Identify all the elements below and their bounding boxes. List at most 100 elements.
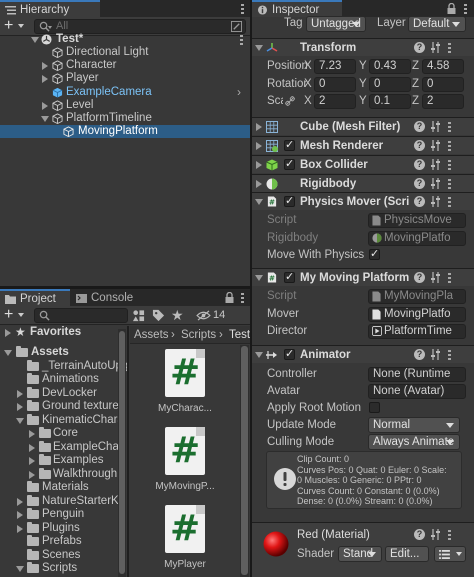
expand-arrow-icon[interactable] — [17, 389, 23, 398]
help-icon[interactable]: ? — [414, 529, 425, 540]
expand-arrow-icon[interactable] — [42, 102, 48, 110]
expand-arrow-icon[interactable] — [255, 352, 263, 358]
horizontal-panel-divider[interactable] — [0, 286, 250, 289]
hierarchy-row-player[interactable]: Player — [0, 72, 250, 85]
folder-row[interactable]: NatureStarterKit — [0, 494, 128, 508]
component-menu-icon[interactable] — [448, 350, 451, 360]
inspector-menu-icon[interactable] — [464, 4, 467, 14]
physics-mover-header[interactable]: # Physics Mover (Script ? — [252, 192, 474, 210]
expand-arrow-icon[interactable] — [255, 275, 263, 281]
component-menu-icon[interactable] — [448, 141, 451, 151]
scale-z-field[interactable]: 2 — [422, 94, 464, 109]
folder-tree-scrollbar[interactable] — [118, 329, 126, 577]
culling-mode-dropdown[interactable]: Always Animate — [368, 434, 460, 450]
breadcrumb-test[interactable]: Test — [229, 326, 250, 343]
rotation-y-field[interactable]: 0 — [369, 77, 411, 92]
expand-arrow-icon[interactable] — [17, 524, 23, 533]
label-tag-icon[interactable] — [152, 309, 165, 322]
shader-edit-button[interactable]: Edit... — [385, 546, 429, 562]
chevron-right-icon[interactable]: › — [237, 85, 241, 99]
hierarchy-row-character[interactable]: Character — [0, 59, 250, 72]
rotation-x-field[interactable]: 0 — [314, 77, 356, 92]
expand-arrow-icon[interactable] — [5, 329, 11, 337]
avatar-object-field[interactable]: None (Avatar) — [368, 384, 466, 399]
filter-icon[interactable] — [231, 21, 242, 32]
presets-sliders-icon[interactable] — [430, 529, 441, 540]
component-menu-icon[interactable] — [448, 273, 451, 283]
expand-arrow-icon[interactable] — [29, 470, 35, 479]
project-split-divider[interactable] — [127, 326, 129, 577]
folder-row[interactable]: Walkthrough — [0, 467, 128, 481]
help-icon[interactable]: ? — [414, 121, 425, 132]
lock-icon[interactable] — [225, 292, 234, 303]
rigidbody-header[interactable]: Rigidbody ? — [252, 174, 474, 192]
help-icon[interactable]: ? — [414, 159, 425, 170]
hierarchy-row-platform-timeline[interactable]: PlatformTimeline — [0, 112, 250, 125]
help-icon[interactable]: ? — [414, 140, 425, 151]
expand-arrow-icon[interactable] — [17, 511, 23, 519]
hierarchy-row-directional-light[interactable]: Directional Light — [0, 46, 250, 59]
director-object-field[interactable]: PlatformTime — [368, 324, 466, 339]
animator-enabled-checkbox[interactable] — [284, 347, 295, 360]
expand-arrow-icon[interactable] — [16, 566, 24, 572]
x-axis-label[interactable]: X — [304, 78, 312, 90]
presets-sliders-icon[interactable] — [430, 178, 441, 189]
mesh-renderer-enabled-checkbox[interactable] — [284, 138, 295, 151]
help-icon[interactable]: ? — [414, 178, 425, 189]
project-add-button[interactable]: + — [4, 306, 30, 324]
vertical-panel-divider[interactable] — [250, 0, 252, 577]
presets-sliders-icon[interactable] — [430, 121, 441, 132]
favorites-row[interactable]: ★ Favorites — [0, 325, 128, 339]
expand-arrow-icon[interactable] — [29, 443, 35, 452]
scene-menu-icon[interactable] — [240, 35, 243, 45]
presets-sliders-icon[interactable] — [430, 140, 441, 151]
folder-row[interactable]: Materials — [0, 481, 128, 494]
tab-console[interactable]: Console — [71, 289, 141, 306]
layer-dropdown[interactable]: Default — [408, 16, 466, 32]
folder-row[interactable]: Animations — [0, 373, 128, 386]
folder-row[interactable]: Examples — [0, 454, 128, 467]
presets-sliders-icon[interactable] — [430, 42, 441, 53]
rotation-z-field[interactable]: 0 — [422, 77, 464, 92]
hierarchy-row-level[interactable]: Level — [0, 99, 250, 112]
mesh-renderer-header[interactable]: Mesh Renderer ? — [252, 136, 474, 154]
expand-arrow-icon[interactable] — [255, 45, 263, 51]
expand-arrow-icon[interactable] — [4, 350, 12, 356]
breadcrumb-assets[interactable]: Assets — [134, 326, 169, 343]
x-axis-label[interactable]: X — [304, 95, 312, 107]
favorite-star-icon[interactable]: ★ — [171, 307, 184, 324]
folder-row[interactable]: Plugins — [0, 521, 128, 535]
tag-dropdown[interactable]: Untagged — [306, 16, 366, 32]
asset-item[interactable]: # MyPlayer — [145, 505, 225, 573]
mover-object-field[interactable]: MovingPlatfo — [368, 307, 466, 322]
presets-sliders-icon[interactable] — [430, 196, 441, 207]
transform-header[interactable]: Transform ? — [252, 38, 474, 56]
y-axis-label[interactable]: Y — [359, 78, 367, 90]
position-z-field[interactable]: 4.58 — [422, 59, 464, 74]
asset-item[interactable]: # MyCharac... — [145, 349, 225, 417]
help-icon[interactable]: ? — [414, 196, 425, 207]
folder-row[interactable]: Core — [0, 427, 128, 440]
physics-mover-enabled-checkbox[interactable] — [284, 194, 295, 207]
move-with-physics-checkbox[interactable] — [369, 247, 380, 260]
component-menu-icon[interactable] — [448, 530, 451, 540]
component-menu-icon[interactable] — [448, 197, 451, 207]
hierarchy-menu-icon[interactable] — [241, 4, 244, 14]
tab-hierarchy[interactable]: Hierarchy — [0, 0, 100, 17]
folder-row[interactable]: ExampleChar — [0, 440, 128, 454]
expand-arrow-icon[interactable] — [42, 62, 48, 70]
scale-y-field[interactable]: 0.1 — [369, 94, 411, 109]
box-collider-enabled-checkbox[interactable] — [284, 157, 295, 170]
folder-row[interactable]: Scripts — [0, 562, 128, 575]
expand-arrow-icon[interactable] — [256, 142, 262, 150]
position-y-field[interactable]: 0.43 — [369, 59, 411, 74]
tab-project[interactable]: Project — [0, 289, 70, 306]
expand-arrow-icon[interactable] — [29, 430, 35, 438]
presets-sliders-icon[interactable] — [430, 349, 441, 360]
breadcrumb-scripts[interactable]: Scripts — [181, 326, 216, 343]
component-menu-icon[interactable] — [448, 160, 451, 170]
hidden-eye-icon[interactable] — [196, 310, 211, 321]
y-axis-label[interactable]: Y — [359, 95, 367, 107]
expand-arrow-icon[interactable] — [255, 199, 263, 205]
shader-options-dropdown[interactable] — [434, 546, 466, 562]
